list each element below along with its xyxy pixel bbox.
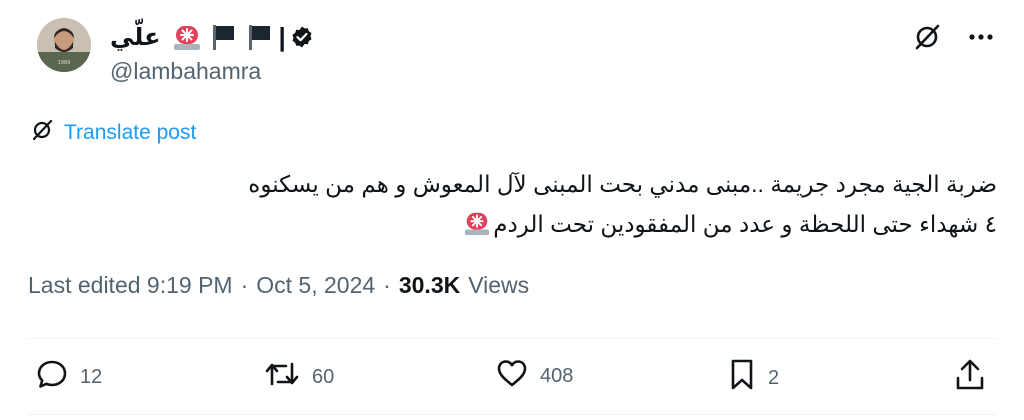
- repost-icon: [264, 358, 300, 396]
- more-options-icon[interactable]: [968, 33, 994, 41]
- reply-icon: [36, 358, 68, 396]
- svg-text:1989: 1989: [58, 60, 71, 66]
- like-button[interactable]: 408: [496, 358, 573, 394]
- grok-icon[interactable]: [912, 22, 942, 52]
- bookmark-count: 2: [768, 366, 780, 389]
- share-icon: [954, 358, 986, 398]
- like-count: 408: [540, 364, 574, 387]
- heart-icon: [496, 358, 528, 394]
- post-text: ضربة الجية مجرد جريمة ..مبنى مدني بحت ال…: [97, 164, 997, 244]
- post-header-actions: [912, 22, 994, 52]
- author-handle[interactable]: @lambahamra: [110, 58, 261, 85]
- avatar[interactable]: 1989: [37, 18, 91, 72]
- bookmark-icon: [728, 358, 756, 398]
- post-text-line-2-text: ٤ شهداء حتى اللحظة و عدد من المفقودين تح…: [493, 211, 997, 237]
- bookmark-button[interactable]: 2: [728, 358, 779, 398]
- author-name-row[interactable]: علّي |: [110, 20, 314, 54]
- name-separator: |: [278, 22, 286, 52]
- divider: [28, 338, 996, 339]
- post-meta: Last edited 9:19 PM · Oct 5, 2024 · 30.3…: [28, 272, 529, 299]
- reply-button[interactable]: 12: [36, 358, 102, 396]
- share-button[interactable]: [954, 358, 986, 398]
- post-date[interactable]: Oct 5, 2024: [256, 272, 375, 299]
- reply-count: 12: [80, 365, 103, 388]
- translate-icon: [30, 118, 54, 147]
- post-actions-bar: 12 60 408 2: [0, 358, 1024, 402]
- siren-emoji-icon: [172, 22, 202, 52]
- meta-separator: ·: [383, 272, 391, 298]
- black-flag-icon: [244, 22, 274, 52]
- post-text-line-1: ضربة الجية مجرد جريمة ..مبنى مدني بحت ال…: [248, 171, 997, 197]
- repost-button[interactable]: 60: [264, 358, 334, 396]
- post-text-line-2: ٤ شهداء حتى اللحظة و عدد من المفقودين تح…: [97, 204, 997, 244]
- divider: [28, 414, 996, 415]
- views-label: Views: [468, 272, 530, 298]
- black-flag-icon: [208, 22, 238, 52]
- verified-badge-icon[interactable]: [290, 25, 314, 49]
- translate-post-label[interactable]: Translate post: [64, 121, 196, 145]
- views-count: 30.3K: [398, 272, 461, 298]
- author-display-name[interactable]: علّي: [110, 23, 160, 52]
- siren-emoji-icon: [463, 209, 491, 237]
- translate-post-link[interactable]: Translate post: [30, 118, 196, 147]
- meta-separator: ·: [240, 272, 249, 298]
- repost-count: 60: [312, 365, 335, 388]
- edited-time[interactable]: Last edited 9:19 PM: [28, 272, 233, 299]
